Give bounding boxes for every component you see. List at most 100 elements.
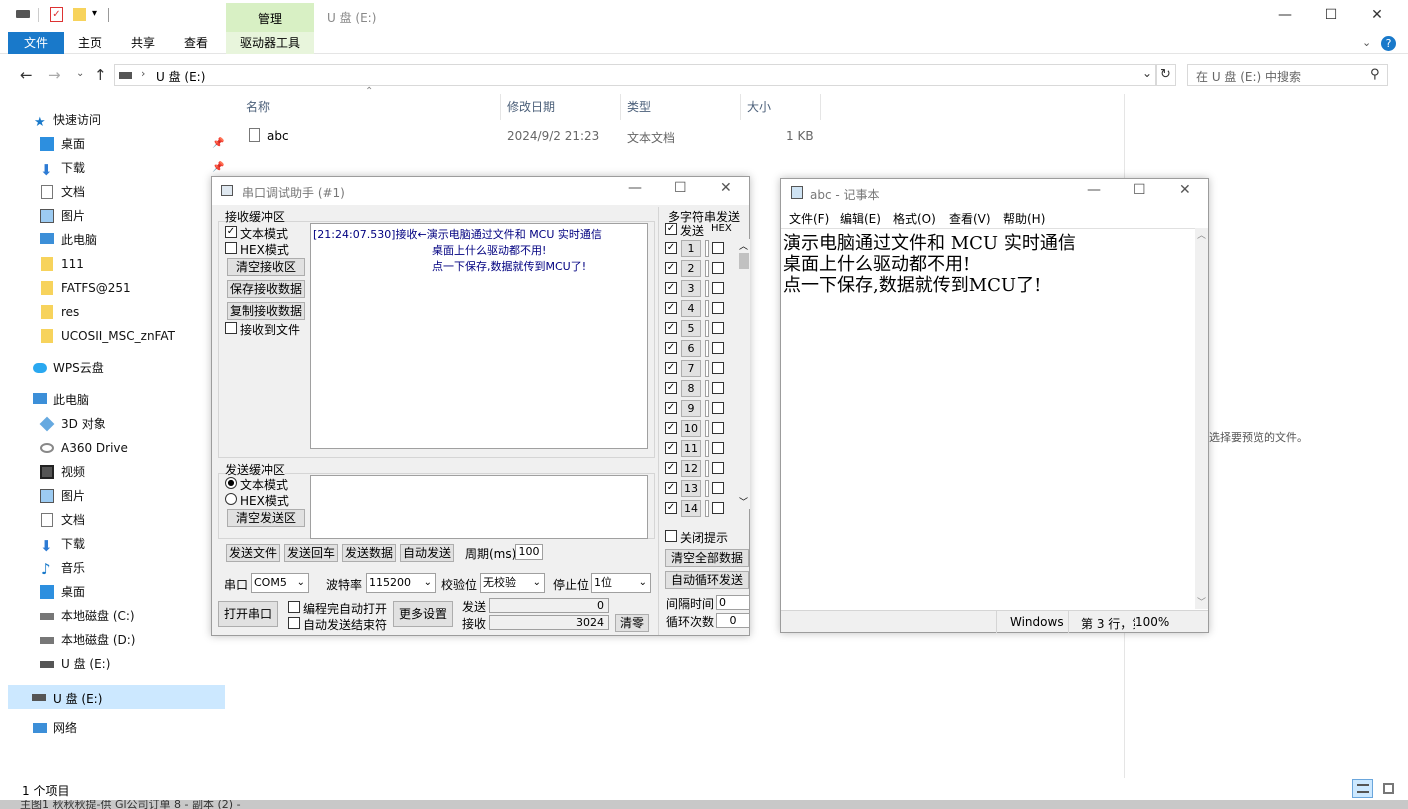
nav-disk-d[interactable]: 本地磁盘 (D:) [0, 628, 224, 652]
chevron-up-icon[interactable]: ︿ [739, 239, 748, 252]
multi-row-send-button[interactable]: 14 [681, 500, 701, 517]
minimize-button[interactable]: — [1087, 182, 1101, 198]
help-icon[interactable]: ? [1381, 36, 1396, 51]
chevron-down-icon[interactable]: ▾ [92, 8, 97, 19]
nav-videos[interactable]: 视频 [0, 460, 224, 484]
multi-row-hex-checkbox[interactable] [712, 362, 724, 374]
nav-desktop-2[interactable]: 桌面 [0, 580, 224, 604]
maximize-button[interactable]: ☐ [1133, 182, 1146, 198]
properties-icon[interactable]: ✓ [50, 7, 63, 22]
multi-row-text-input[interactable] [705, 240, 709, 257]
chevron-down-icon[interactable]: ﹀ [739, 495, 748, 508]
close-button[interactable]: ✕ [1179, 182, 1191, 198]
multi-row-text-input[interactable] [705, 420, 709, 437]
multi-row-send-button[interactable]: 6 [681, 340, 701, 357]
multi-scrollbar[interactable]: ︿ ﹀ [738, 239, 750, 509]
multi-row-text-input[interactable] [705, 380, 709, 397]
nav-3d-objects[interactable]: 3D 对象 [0, 412, 224, 436]
file-name[interactable]: abc [267, 129, 289, 143]
column-date[interactable]: 修改日期 [507, 98, 555, 115]
multi-row-send-button[interactable]: 11 [681, 440, 701, 457]
maximize-button[interactable]: ☐ [1308, 0, 1354, 32]
multi-row-send-checkbox[interactable]: ✓ [665, 502, 677, 514]
multi-row-send-button[interactable]: 9 [681, 400, 701, 417]
search-box[interactable]: 在 U 盘 (E:) 中搜索 ⚲ [1187, 64, 1388, 86]
multi-row-send-button[interactable]: 4 [681, 300, 701, 317]
tab-file[interactable]: 文件 [8, 32, 64, 54]
maximize-button[interactable]: ☐ [674, 180, 687, 196]
multi-row-hex-checkbox[interactable] [712, 282, 724, 294]
chevron-down-icon[interactable]: ﹀ [1197, 595, 1206, 608]
nav-downloads[interactable]: ⬇ 下载 📌 [0, 156, 224, 180]
auto-loop-button[interactable]: 自动循环发送 [665, 571, 749, 589]
multi-row-hex-checkbox[interactable] [712, 322, 724, 334]
port-select[interactable]: COM5 ⌄ [251, 573, 309, 593]
chevron-down-icon[interactable]: ⌄ [76, 68, 84, 79]
column-type[interactable]: 类型 [627, 98, 651, 115]
send-data-button[interactable]: 发送数据 [342, 544, 396, 562]
forward-arrow-icon[interactable]: → [48, 66, 61, 84]
multi-row-send-checkbox[interactable]: ✓ [665, 442, 677, 454]
multi-row-send-button[interactable]: 10 [681, 420, 701, 437]
close-tips-checkbox[interactable] [665, 530, 677, 542]
column-name[interactable]: 名称 [246, 98, 270, 115]
chevron-up-icon[interactable]: ︿ [1197, 228, 1206, 241]
nav-documents[interactable]: 文档 [0, 180, 224, 204]
multi-row-send-button[interactable]: 12 [681, 460, 701, 477]
nav-usb-e-selected[interactable]: U 盘 (E:) [8, 685, 225, 709]
multi-row-send-checkbox[interactable]: ✓ [665, 282, 677, 294]
tab-home[interactable]: 主页 [66, 32, 114, 54]
multi-row-send-checkbox[interactable]: ✓ [665, 402, 677, 414]
nav-folder-111[interactable]: 111 [0, 252, 224, 276]
menu-help[interactable]: 帮助(H) [1003, 210, 1045, 227]
recv-to-file-checkbox[interactable] [225, 322, 237, 334]
multi-row-text-input[interactable] [705, 440, 709, 457]
pin-icon[interactable]: 📌 [212, 132, 224, 156]
multi-row-send-button[interactable]: 5 [681, 320, 701, 337]
back-arrow-icon[interactable]: ← [20, 66, 33, 84]
nav-disk-c[interactable]: 本地磁盘 (C:) [0, 604, 224, 628]
multi-row-send-button[interactable]: 1 [681, 240, 701, 257]
clear-counts-button[interactable]: 清零 [615, 614, 649, 632]
multi-row-hex-checkbox[interactable] [712, 482, 724, 494]
details-view-button[interactable] [1352, 779, 1373, 798]
menu-file[interactable]: 文件(F) [789, 210, 829, 227]
multi-row-send-checkbox[interactable]: ✓ [665, 482, 677, 494]
multi-row-hex-checkbox[interactable] [712, 502, 724, 514]
receive-textarea[interactable]: [21:24:07.530]接收←演示电脑通过文件和 MCU 实时通信 桌面上什… [310, 223, 648, 449]
nav-wps-cloud[interactable]: WPS云盘 [0, 356, 224, 380]
nav-this-pc[interactable]: 此电脑 [0, 228, 224, 252]
period-input[interactable]: 100 [515, 544, 543, 560]
nav-pictures-2[interactable]: 图片 [0, 484, 224, 508]
multi-row-hex-checkbox[interactable] [712, 402, 724, 414]
save-receive-button[interactable]: 保存接收数据 [227, 280, 305, 298]
multi-row-send-checkbox[interactable]: ✓ [665, 302, 677, 314]
breadcrumb[interactable]: U 盘 (E:) [156, 68, 205, 85]
tiles-view-button[interactable] [1378, 779, 1399, 798]
multi-row-text-input[interactable] [705, 260, 709, 277]
multi-row-text-input[interactable] [705, 500, 709, 517]
multi-row-send-checkbox[interactable]: ✓ [665, 242, 677, 254]
multi-select-all-checkbox[interactable]: ✓ [665, 223, 677, 235]
nav-desktop[interactable]: 桌面 📌 [0, 132, 224, 156]
multi-row-hex-checkbox[interactable] [712, 342, 724, 354]
loop-count-input[interactable]: 0 [716, 613, 750, 628]
minimize-button[interactable]: — [628, 180, 642, 196]
notepad-scrollbar[interactable]: ︿ ﹀ [1195, 228, 1208, 609]
multi-row-send-button[interactable]: 8 [681, 380, 701, 397]
refresh-button[interactable]: ↻ [1156, 64, 1176, 86]
auto-open-checkbox[interactable] [288, 601, 300, 613]
nav-music[interactable]: ♪ 音乐 [0, 556, 224, 580]
multi-row-text-input[interactable] [705, 320, 709, 337]
address-bar[interactable]: › U 盘 (E:) ⌄ [114, 64, 1156, 86]
table-row[interactable]: abc 2024/9/2 21:23 文本文档 1 KB [240, 125, 840, 147]
multi-row-send-checkbox[interactable]: ✓ [665, 382, 677, 394]
chevron-right-icon[interactable]: › [141, 67, 145, 80]
tab-share[interactable]: 共享 [118, 32, 168, 54]
nav-folder-ucos[interactable]: UCOSII_MSC_znFAT [0, 324, 224, 348]
search-icon[interactable]: ⚲ [1370, 67, 1380, 82]
multi-row-text-input[interactable] [705, 340, 709, 357]
menu-edit[interactable]: 编辑(E) [840, 210, 881, 227]
send-text-mode-radio[interactable]: ● [225, 477, 237, 489]
parity-select[interactable]: 无校验 ⌄ [480, 573, 545, 593]
